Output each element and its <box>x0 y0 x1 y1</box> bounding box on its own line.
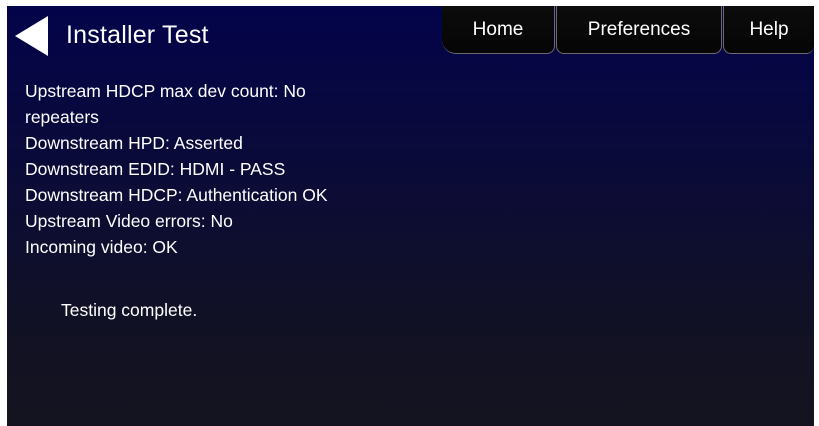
page-title: Installer Test <box>66 21 209 49</box>
tab-preferences[interactable]: Preferences <box>556 6 722 54</box>
status-message: Testing complete. <box>61 300 198 320</box>
result-line-video-errors: Upstream Video errors: No <box>25 211 233 231</box>
result-line-hdcp: Downstream HDCP: Authentication OK <box>25 185 328 205</box>
result-line-hpd: Downstream HPD: Asserted <box>25 133 243 153</box>
result-line-hdcp-count: Upstream HDCP max dev count: No repeater… <box>25 81 306 127</box>
result-line-edid: Downstream EDID: HDMI - PASS <box>25 159 286 179</box>
tab-home[interactable]: Home <box>442 6 555 54</box>
tab-help[interactable]: Help <box>723 6 814 54</box>
test-results: Upstream HDCP max dev count: No repeater… <box>25 78 445 260</box>
result-line-incoming-video: Incoming video: OK <box>25 237 178 257</box>
tab-bar: Home Preferences Help <box>442 6 814 56</box>
screen: Installer Test Home Preferences Help Ups… <box>7 6 814 426</box>
back-arrow-icon <box>15 16 48 56</box>
header: Installer Test Home Preferences Help <box>7 6 814 62</box>
back-button[interactable] <box>15 16 49 56</box>
